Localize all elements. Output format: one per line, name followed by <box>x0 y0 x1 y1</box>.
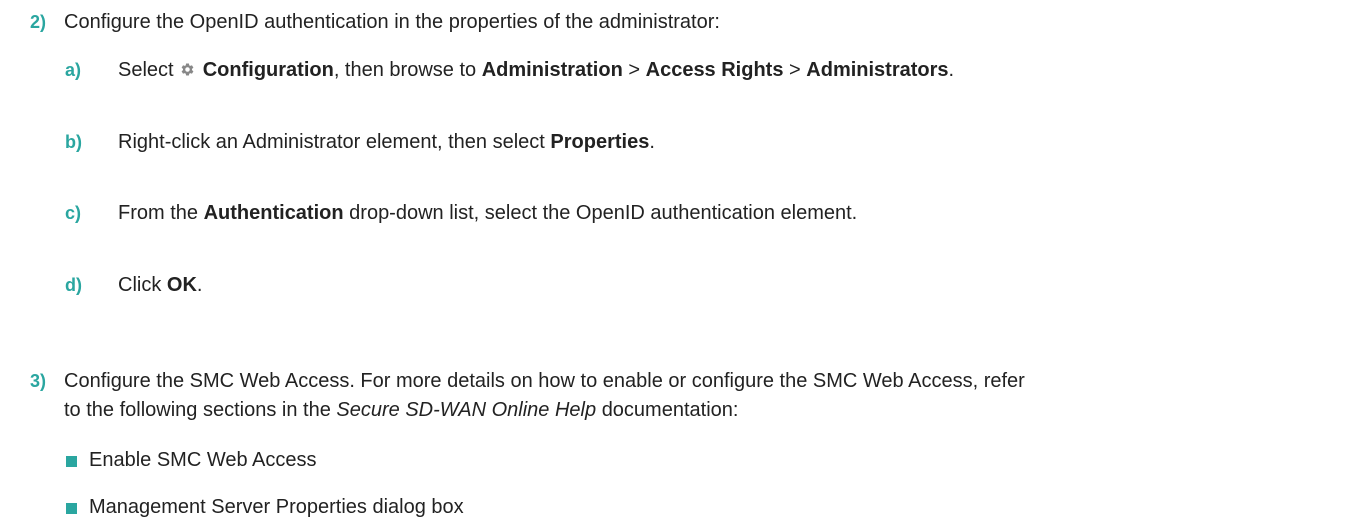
bullet-marker <box>66 503 77 514</box>
list-item: Enable SMC Web Access <box>89 449 317 471</box>
substep-letter: d) <box>65 275 82 295</box>
gear-icon <box>181 63 194 76</box>
substep-text: Right-click an Administrator element, th… <box>118 131 655 153</box>
step-text: Configure the SMC Web Access. For more d… <box>64 370 1025 392</box>
step-text-continued: to the following sections in the Secure … <box>64 399 739 421</box>
step-number: 3) <box>30 371 47 391</box>
bullet-marker <box>66 456 77 467</box>
substep-letter: b) <box>65 132 82 152</box>
substep-text: Select Configuration, then browse to Adm… <box>118 59 955 81</box>
substep-letter: c) <box>65 203 82 223</box>
substep-text: Click OK. <box>118 274 203 296</box>
substep-text: From the Authentication drop-down list, … <box>118 202 858 224</box>
step-text: Configure the OpenID authentication in t… <box>64 11 720 33</box>
list-item: Management Server Properties dialog box <box>89 496 464 518</box>
substep-letter: a) <box>65 60 82 80</box>
step-number: 2) <box>30 12 47 32</box>
